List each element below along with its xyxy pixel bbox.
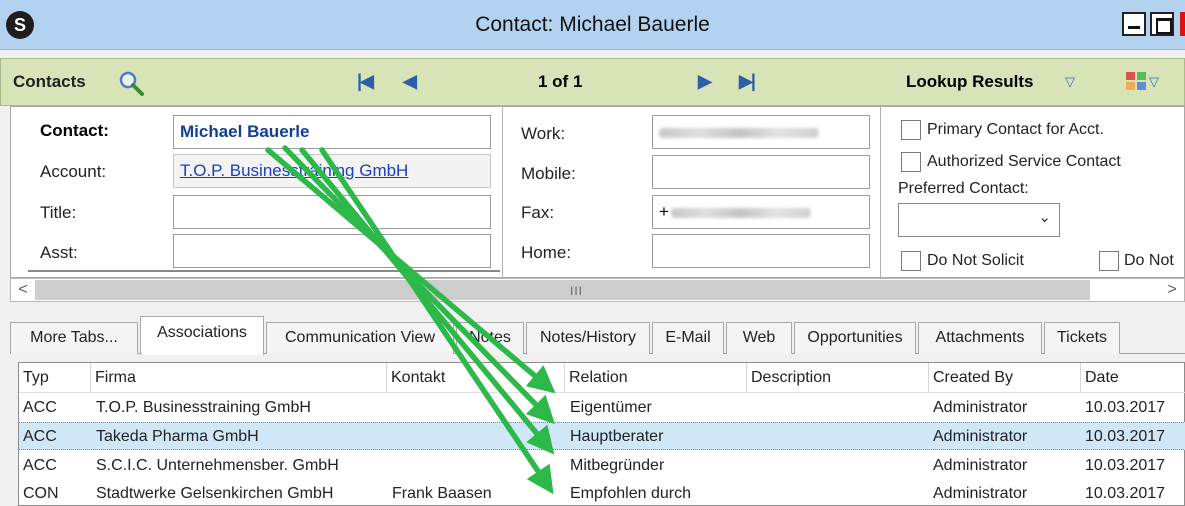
mobile-label: Mobile: [521,164,576,183]
minimize-icon[interactable] [1122,12,1146,36]
primary-contact-checkbox[interactable] [901,120,921,140]
form-divider [502,106,503,278]
cell-created-by: Administrator [933,485,1028,502]
cell-relation: Empfohlen durch [570,485,691,502]
column-header-firma[interactable]: Firma [91,363,387,393]
last-record-icon[interactable]: ▶| [739,71,756,92]
fax-field[interactable]: + [652,195,870,229]
table-row[interactable]: ACC S.C.I.C. Unternehmensber. GmbH Mitbe… [19,452,1185,480]
section-divider [28,270,500,272]
tab-associations[interactable]: Associations [140,316,264,355]
cell-relation: Mitbegründer [570,457,665,474]
fax-prefix: + [659,202,669,221]
tab-email[interactable]: E-Mail [652,322,724,354]
tab-opportunities[interactable]: Opportunities [794,322,916,354]
authorized-service-checkbox[interactable] [901,152,921,172]
account-label: Account: [40,162,107,181]
cell-created-by: Administrator [933,428,1028,445]
tab-communication-view[interactable]: Communication View [266,322,454,354]
cell-kontakt: Frank Baasen [392,485,492,502]
cell-relation: Hauptberater [570,428,664,445]
tab-notes-history[interactable]: Notes/History [526,322,650,354]
do-not-checkbox[interactable] [1099,251,1119,271]
home-label: Home: [521,243,572,262]
do-not-label: Do Not [1124,252,1174,269]
associations-grid: Typ Firma Kontakt Relation Description C… [18,362,1185,506]
table-row[interactable]: ACC T.O.P. Businesstraining GmbH Eigentü… [19,394,1185,422]
asst-label: Asst: [40,243,78,262]
fax-label: Fax: [521,203,555,222]
close-button-edge[interactable] [1180,12,1185,36]
layout-icon[interactable] [1125,70,1147,92]
layout-dropdown-arrow-icon[interactable]: ▽ [1149,74,1159,90]
home-phone-field[interactable] [652,234,870,268]
grid-header-row: Typ Firma Kontakt Relation Description C… [19,363,1185,393]
column-header-created-by[interactable]: Created By [929,363,1081,393]
cell-date: 10.03.2017 [1085,428,1166,445]
scroll-left-icon[interactable]: < [11,279,35,301]
contact-name-field[interactable]: Michael Bauerle [173,115,491,149]
column-header-typ[interactable]: Typ [19,363,91,393]
maximize-icon[interactable] [1150,12,1174,36]
tab-notes[interactable]: Notes [456,322,524,354]
title-field[interactable] [173,195,491,229]
tab-more-tabs[interactable]: More Tabs... [10,322,138,354]
cell-typ: ACC [23,428,57,445]
window-titlebar: S Contact: Michael Bauerle [0,0,1185,50]
chevron-down-icon: ⌄ [1038,209,1051,226]
do-not-solicit-label: Do Not Solicit [927,252,1024,269]
contact-label: Contact: [40,121,109,140]
record-toolbar: Contacts |◀ ◀ 1 of 1 ▶ ▶| Lookup Results… [0,58,1185,106]
column-header-relation[interactable]: Relation [565,363,747,393]
preferred-contact-label: Preferred Contact: [898,180,1029,197]
lookup-results-label[interactable]: Lookup Results [906,72,1034,92]
column-header-description[interactable]: Description [747,363,929,393]
form-divider [880,106,881,278]
cell-typ: ACC [23,399,57,416]
contacts-label[interactable]: Contacts [13,72,86,92]
tab-attachments[interactable]: Attachments [918,322,1042,354]
column-header-kontakt[interactable]: Kontakt [387,363,565,393]
window-title: Contact: Michael Bauerle [475,13,710,36]
scrollbar-thumb[interactable]: III [35,280,1090,300]
search-icon[interactable] [117,69,145,97]
dropdown-arrow-icon[interactable]: ▽ [1065,74,1075,90]
cell-created-by: Administrator [933,457,1028,474]
table-row[interactable]: CON Stadtwerke Gelsenkirchen GmbH Frank … [19,480,1185,506]
cell-date: 10.03.2017 [1085,485,1166,502]
do-not-solicit-checkbox[interactable] [901,251,921,271]
record-position: 1 of 1 [538,72,583,91]
tab-web[interactable]: Web [726,322,792,354]
scroll-right-icon[interactable]: > [1160,279,1184,301]
first-record-icon[interactable]: |◀ [357,71,374,92]
primary-contact-label: Primary Contact for Acct. [927,121,1104,138]
cell-firma: S.C.I.C. Unternehmensber. GmbH [96,457,339,474]
work-phone-field[interactable] [652,115,870,149]
mobile-phone-field[interactable] [652,155,870,189]
previous-record-icon[interactable]: ◀ [403,71,417,92]
scrollbar-grip-icon: III [570,284,584,298]
cell-typ: ACC [23,457,57,474]
cell-relation: Eigentümer [570,399,652,416]
cell-firma: T.O.P. Businesstraining GmbH [96,399,311,416]
table-row-selected[interactable]: ACC Takeda Pharma GmbH Hauptberater Admi… [19,422,1185,450]
title-label: Title: [40,203,77,222]
tab-tickets[interactable]: Tickets [1044,322,1120,354]
column-header-date[interactable]: Date [1081,363,1185,393]
account-link[interactable]: T.O.P. Businesstraining GmbH [173,154,491,188]
cell-typ: CON [23,485,59,502]
cell-firma: Stadtwerke Gelsenkirchen GmbH [96,485,334,502]
horizontal-scrollbar[interactable]: < III > [10,278,1185,302]
cell-created-by: Administrator [933,399,1028,416]
asst-field[interactable] [173,234,491,268]
next-record-icon[interactable]: ▶ [698,71,712,92]
cell-firma: Takeda Pharma GmbH [96,428,259,445]
work-label: Work: [521,124,566,143]
authorized-service-label: Authorized Service Contact [927,153,1121,170]
preferred-contact-select[interactable]: ⌄ [898,203,1060,237]
cell-date: 10.03.2017 [1085,399,1166,416]
cell-date: 10.03.2017 [1085,457,1166,474]
tab-strip: More Tabs... Associations Communication … [10,316,1185,355]
